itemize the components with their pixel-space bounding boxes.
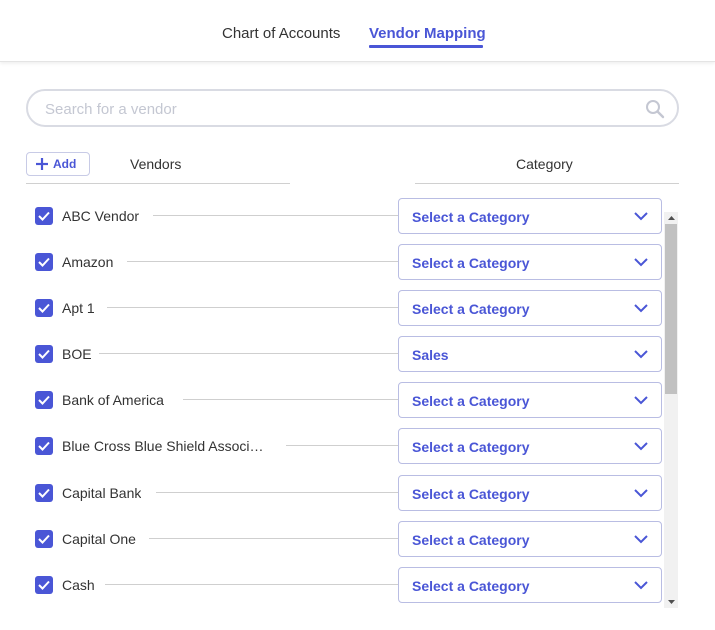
vendor-name: ABC Vendor [62, 208, 140, 224]
chevron-down-icon [634, 212, 648, 221]
scroll-up-arrow[interactable] [664, 212, 678, 224]
search-icon[interactable] [645, 99, 665, 119]
category-select[interactable]: Select a Category [398, 428, 662, 464]
chevron-down-icon [634, 489, 648, 498]
vendor-checkbox[interactable] [35, 391, 53, 409]
category-select-value: Select a Category [412, 301, 530, 317]
list-scrollbar[interactable] [664, 212, 678, 608]
plus-icon [36, 158, 48, 170]
header-divider-right [415, 183, 679, 184]
chevron-down-icon [634, 350, 648, 359]
vendor-row: Bank of America Select a Category [0, 377, 662, 423]
vendor-checkbox[interactable] [35, 253, 53, 271]
category-select[interactable]: Select a Category [398, 290, 662, 326]
scrollbar-thumb[interactable] [665, 224, 677, 394]
check-icon [38, 395, 50, 405]
chevron-down-icon [634, 258, 648, 267]
category-select[interactable]: Select a Category [398, 244, 662, 280]
header-divider-left [26, 183, 290, 184]
vendor-row: Cash Select a Category [0, 562, 662, 607]
category-select[interactable]: Select a Category [398, 382, 662, 418]
category-select[interactable]: Select a Category [398, 198, 662, 234]
chevron-down-icon [634, 396, 648, 405]
vendor-row: ABC Vendor Select a Category [0, 193, 662, 239]
vendor-name: Bank of America [62, 392, 164, 408]
vendor-name: BOE [62, 346, 92, 362]
vendor-checkbox[interactable] [35, 530, 53, 548]
search-box [26, 89, 679, 127]
row-connector-line [127, 261, 398, 262]
category-select-value: Select a Category [412, 578, 530, 594]
row-connector-line [107, 307, 398, 308]
category-select-value: Select a Category [412, 209, 530, 225]
chevron-down-icon [634, 442, 648, 451]
vendor-name: Capital One [62, 531, 136, 547]
tab-vendor-mapping[interactable]: Vendor Mapping [369, 25, 486, 42]
vendor-row: Capital One Select a Category [0, 516, 662, 562]
vendor-row: Capital Bank Select a Category [0, 470, 662, 516]
vendors-column-header: Vendors [130, 156, 182, 172]
vendor-name: Apt 1 [62, 300, 95, 316]
vendor-checkbox[interactable] [35, 299, 53, 317]
category-select-value: Select a Category [412, 393, 530, 409]
vendor-row: Amazon Select a Category [0, 239, 662, 285]
search-input[interactable] [45, 99, 625, 119]
vendor-checkbox[interactable] [35, 576, 53, 594]
row-connector-line [183, 399, 398, 400]
category-select[interactable]: Select a Category [398, 521, 662, 557]
vendor-checkbox[interactable] [35, 207, 53, 225]
active-tab-indicator [369, 45, 483, 48]
chevron-down-icon [634, 304, 648, 313]
vendor-mapping-list: ABC Vendor Select a Category Amazon Sele… [0, 193, 662, 607]
check-icon [38, 257, 50, 267]
category-column-header: Category [516, 156, 573, 172]
chevron-down-icon [634, 535, 648, 544]
category-select-value: Select a Category [412, 486, 530, 502]
category-select[interactable]: Select a Category [398, 567, 662, 603]
vendor-name: Capital Bank [62, 485, 142, 501]
triangle-down-icon [667, 600, 675, 604]
vendor-name: Blue Cross Blue Shield Associ… [62, 438, 264, 454]
vendor-name: Amazon [62, 254, 114, 270]
category-select-value: Select a Category [412, 255, 530, 271]
category-select[interactable]: Sales [398, 336, 662, 372]
vendor-name: Cash [62, 577, 95, 593]
add-button-label: Add [53, 157, 77, 171]
row-connector-line [286, 445, 398, 446]
category-select-value: Sales [412, 347, 449, 363]
vendor-row: Apt 1 Select a Category [0, 285, 662, 331]
category-select-value: Select a Category [412, 532, 530, 548]
check-icon [38, 349, 50, 359]
vendor-row: Blue Cross Blue Shield Associ… Select a … [0, 423, 662, 469]
check-icon [38, 441, 50, 451]
vendor-checkbox[interactable] [35, 484, 53, 502]
check-icon [38, 211, 50, 221]
tab-bar: Chart of Accounts Vendor Mapping [0, 0, 715, 62]
chevron-down-icon [634, 581, 648, 590]
row-connector-line [153, 215, 398, 216]
check-icon [38, 580, 50, 590]
add-vendor-button[interactable]: Add [26, 152, 90, 176]
check-icon [38, 488, 50, 498]
row-connector-line [99, 353, 398, 354]
category-select[interactable]: Select a Category [398, 475, 662, 511]
check-icon [38, 534, 50, 544]
vendor-checkbox[interactable] [35, 345, 53, 363]
row-connector-line [149, 538, 398, 539]
triangle-up-icon [667, 216, 675, 220]
category-select-value: Select a Category [412, 439, 530, 455]
row-connector-line [105, 584, 398, 585]
tab-chart-of-accounts[interactable]: Chart of Accounts [222, 25, 340, 42]
scroll-down-arrow[interactable] [664, 596, 678, 608]
vendor-checkbox[interactable] [35, 437, 53, 455]
row-connector-line [156, 492, 398, 493]
check-icon [38, 303, 50, 313]
vendor-row: BOE Sales [0, 331, 662, 377]
